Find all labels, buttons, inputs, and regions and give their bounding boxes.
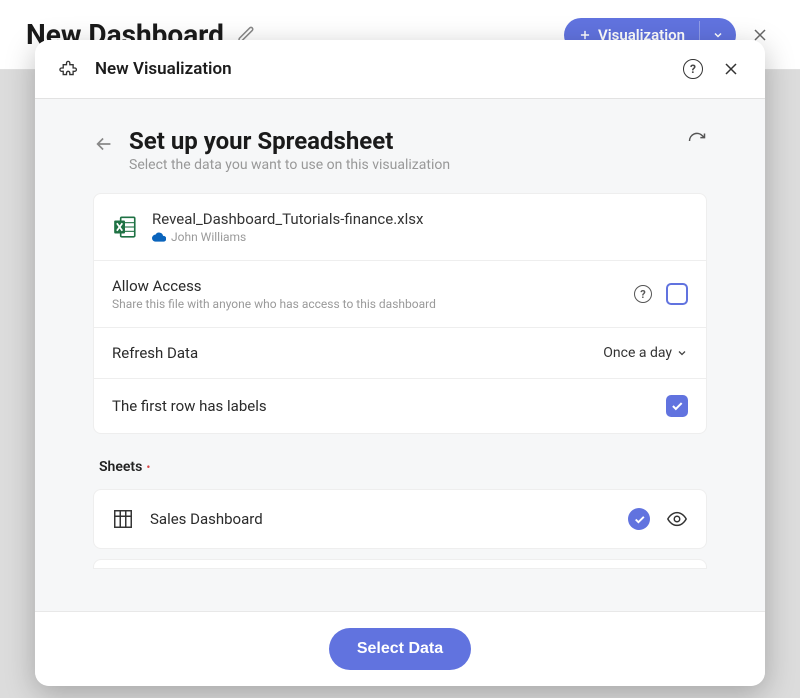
refresh-data-value[interactable]: Once a day [603,345,688,361]
refresh-data-value-text: Once a day [603,345,672,361]
select-data-button[interactable]: Select Data [329,628,471,670]
required-indicator: • [146,460,150,474]
onedrive-icon [152,232,166,242]
file-text: Reveal_Dashboard_Tutorials-finance.xlsx … [152,210,688,244]
refresh-data-row[interactable]: Refresh Data Once a day [94,328,706,379]
first-row-labels-checkbox[interactable] [666,395,688,417]
modal-footer: Select Data [35,611,765,686]
excel-icon [112,214,138,240]
chevron-down-icon [676,347,688,359]
allow-access-subtitle: Share this file with anyone who has acce… [112,297,620,311]
help-icon[interactable]: ? [683,59,703,79]
chevron-down-icon [712,29,724,41]
modal-header: New Visualization ? [35,40,765,99]
sheet-name: Sales Dashboard [150,510,612,528]
body-title: Set up your Spreadsheet [129,127,673,155]
body-subtitle: Select the data you want to use on this … [129,157,673,173]
spreadsheet-settings-card: Reveal_Dashboard_Tutorials-finance.xlsx … [93,193,707,434]
refresh-data-label: Refresh Data [112,344,589,362]
file-row: Reveal_Dashboard_Tutorials-finance.xlsx … [94,194,706,261]
first-row-labels-row: The first row has labels [94,379,706,433]
sheet-row-placeholder [93,559,707,569]
file-owner: John Williams [152,230,688,244]
body-titles: Set up your Spreadsheet Select the data … [129,127,673,173]
puzzle-icon [59,58,81,80]
refresh-icon[interactable] [687,127,707,151]
sheet-row[interactable]: Sales Dashboard [93,489,707,549]
grid-icon [112,508,134,530]
first-row-labels-label: The first row has labels [112,397,652,415]
new-visualization-modal: New Visualization ? Set up your Spreadsh… [35,40,765,686]
file-owner-name: John Williams [171,230,246,244]
back-button[interactable] [93,127,115,155]
allow-access-title: Allow Access [112,277,620,295]
preview-icon[interactable] [666,508,688,530]
modal-close-icon[interactable] [721,59,741,79]
body-title-row: Set up your Spreadsheet Select the data … [93,127,707,173]
modal-title: New Visualization [95,59,669,79]
sheet-selected-icon[interactable] [628,508,650,530]
modal-body: Set up your Spreadsheet Select the data … [35,99,765,611]
sheets-title: Sheets [99,459,142,475]
file-name: Reveal_Dashboard_Tutorials-finance.xlsx [152,210,688,228]
allow-access-row: Allow Access Share this file with anyone… [94,261,706,328]
modal-header-actions: ? [683,59,741,79]
allow-access-help-icon[interactable]: ? [634,285,652,303]
sheets-section: Sheets • [93,456,707,475]
allow-access-checkbox[interactable] [666,283,688,305]
allow-access-text: Allow Access Share this file with anyone… [112,277,620,311]
